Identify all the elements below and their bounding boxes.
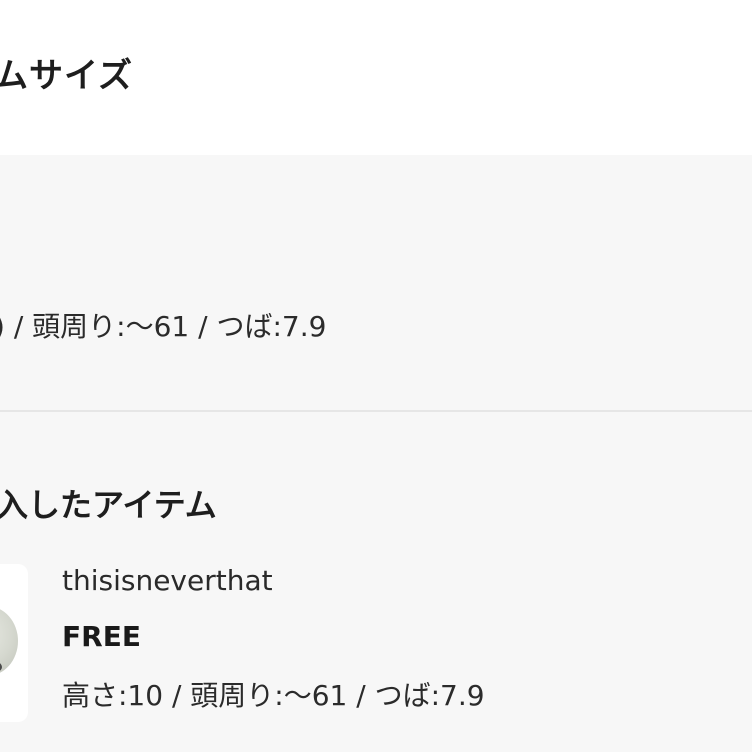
purchased-items-panel: 入したアイテム thisisneverthat FREE 高さ:10 / 頭周り… bbox=[0, 412, 752, 752]
item-size-header: ムサイズ bbox=[0, 0, 752, 155]
section-title: ムサイズ bbox=[0, 56, 133, 96]
purchased-items-title: 入したアイテム bbox=[0, 486, 217, 524]
size-measurements: ) / 頭周り:〜61 / つば:7.9 bbox=[0, 310, 327, 343]
item-size: FREE bbox=[62, 620, 141, 653]
item-measurements: 高さ:10 / 頭周り:〜61 / つば:7.9 bbox=[62, 679, 485, 712]
item-thumbnail[interactable] bbox=[0, 564, 28, 722]
item-brand[interactable]: thisisneverthat bbox=[62, 564, 273, 597]
size-info-panel: ) / 頭周り:〜61 / つば:7.9 bbox=[0, 155, 752, 410]
cap-image bbox=[0, 606, 18, 676]
page: ムサイズ ) / 頭周り:〜61 / つば:7.9 入したアイテム thisis… bbox=[0, 0, 752, 752]
